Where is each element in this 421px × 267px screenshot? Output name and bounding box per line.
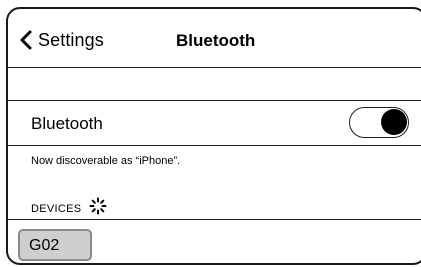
back-button-label: Settings (38, 29, 104, 50)
back-button[interactable]: Settings (20, 27, 104, 53)
chevron-left-icon (20, 30, 32, 50)
page-title: Bluetooth (176, 31, 256, 50)
bluetooth-label: Bluetooth (31, 114, 103, 133)
bluetooth-row: Bluetooth (8, 101, 421, 146)
loading-spinner-icon (89, 197, 107, 220)
settings-screen: Settings Bluetooth Bluetooth Now discove… (6, 7, 421, 265)
section-spacer (8, 67, 421, 101)
bluetooth-toggle[interactable] (349, 107, 409, 138)
devices-header-label: DEVICES (31, 202, 82, 215)
toggle-knob (381, 109, 407, 135)
divider (8, 219, 421, 220)
discoverable-text: Now discoverable as “iPhone”. (31, 155, 181, 167)
devices-section-header: DEVICES (31, 197, 107, 220)
navigation-bar: Settings Bluetooth (8, 9, 421, 68)
device-label: G02 (29, 237, 60, 254)
device-item-g02[interactable]: G02 (18, 229, 92, 261)
